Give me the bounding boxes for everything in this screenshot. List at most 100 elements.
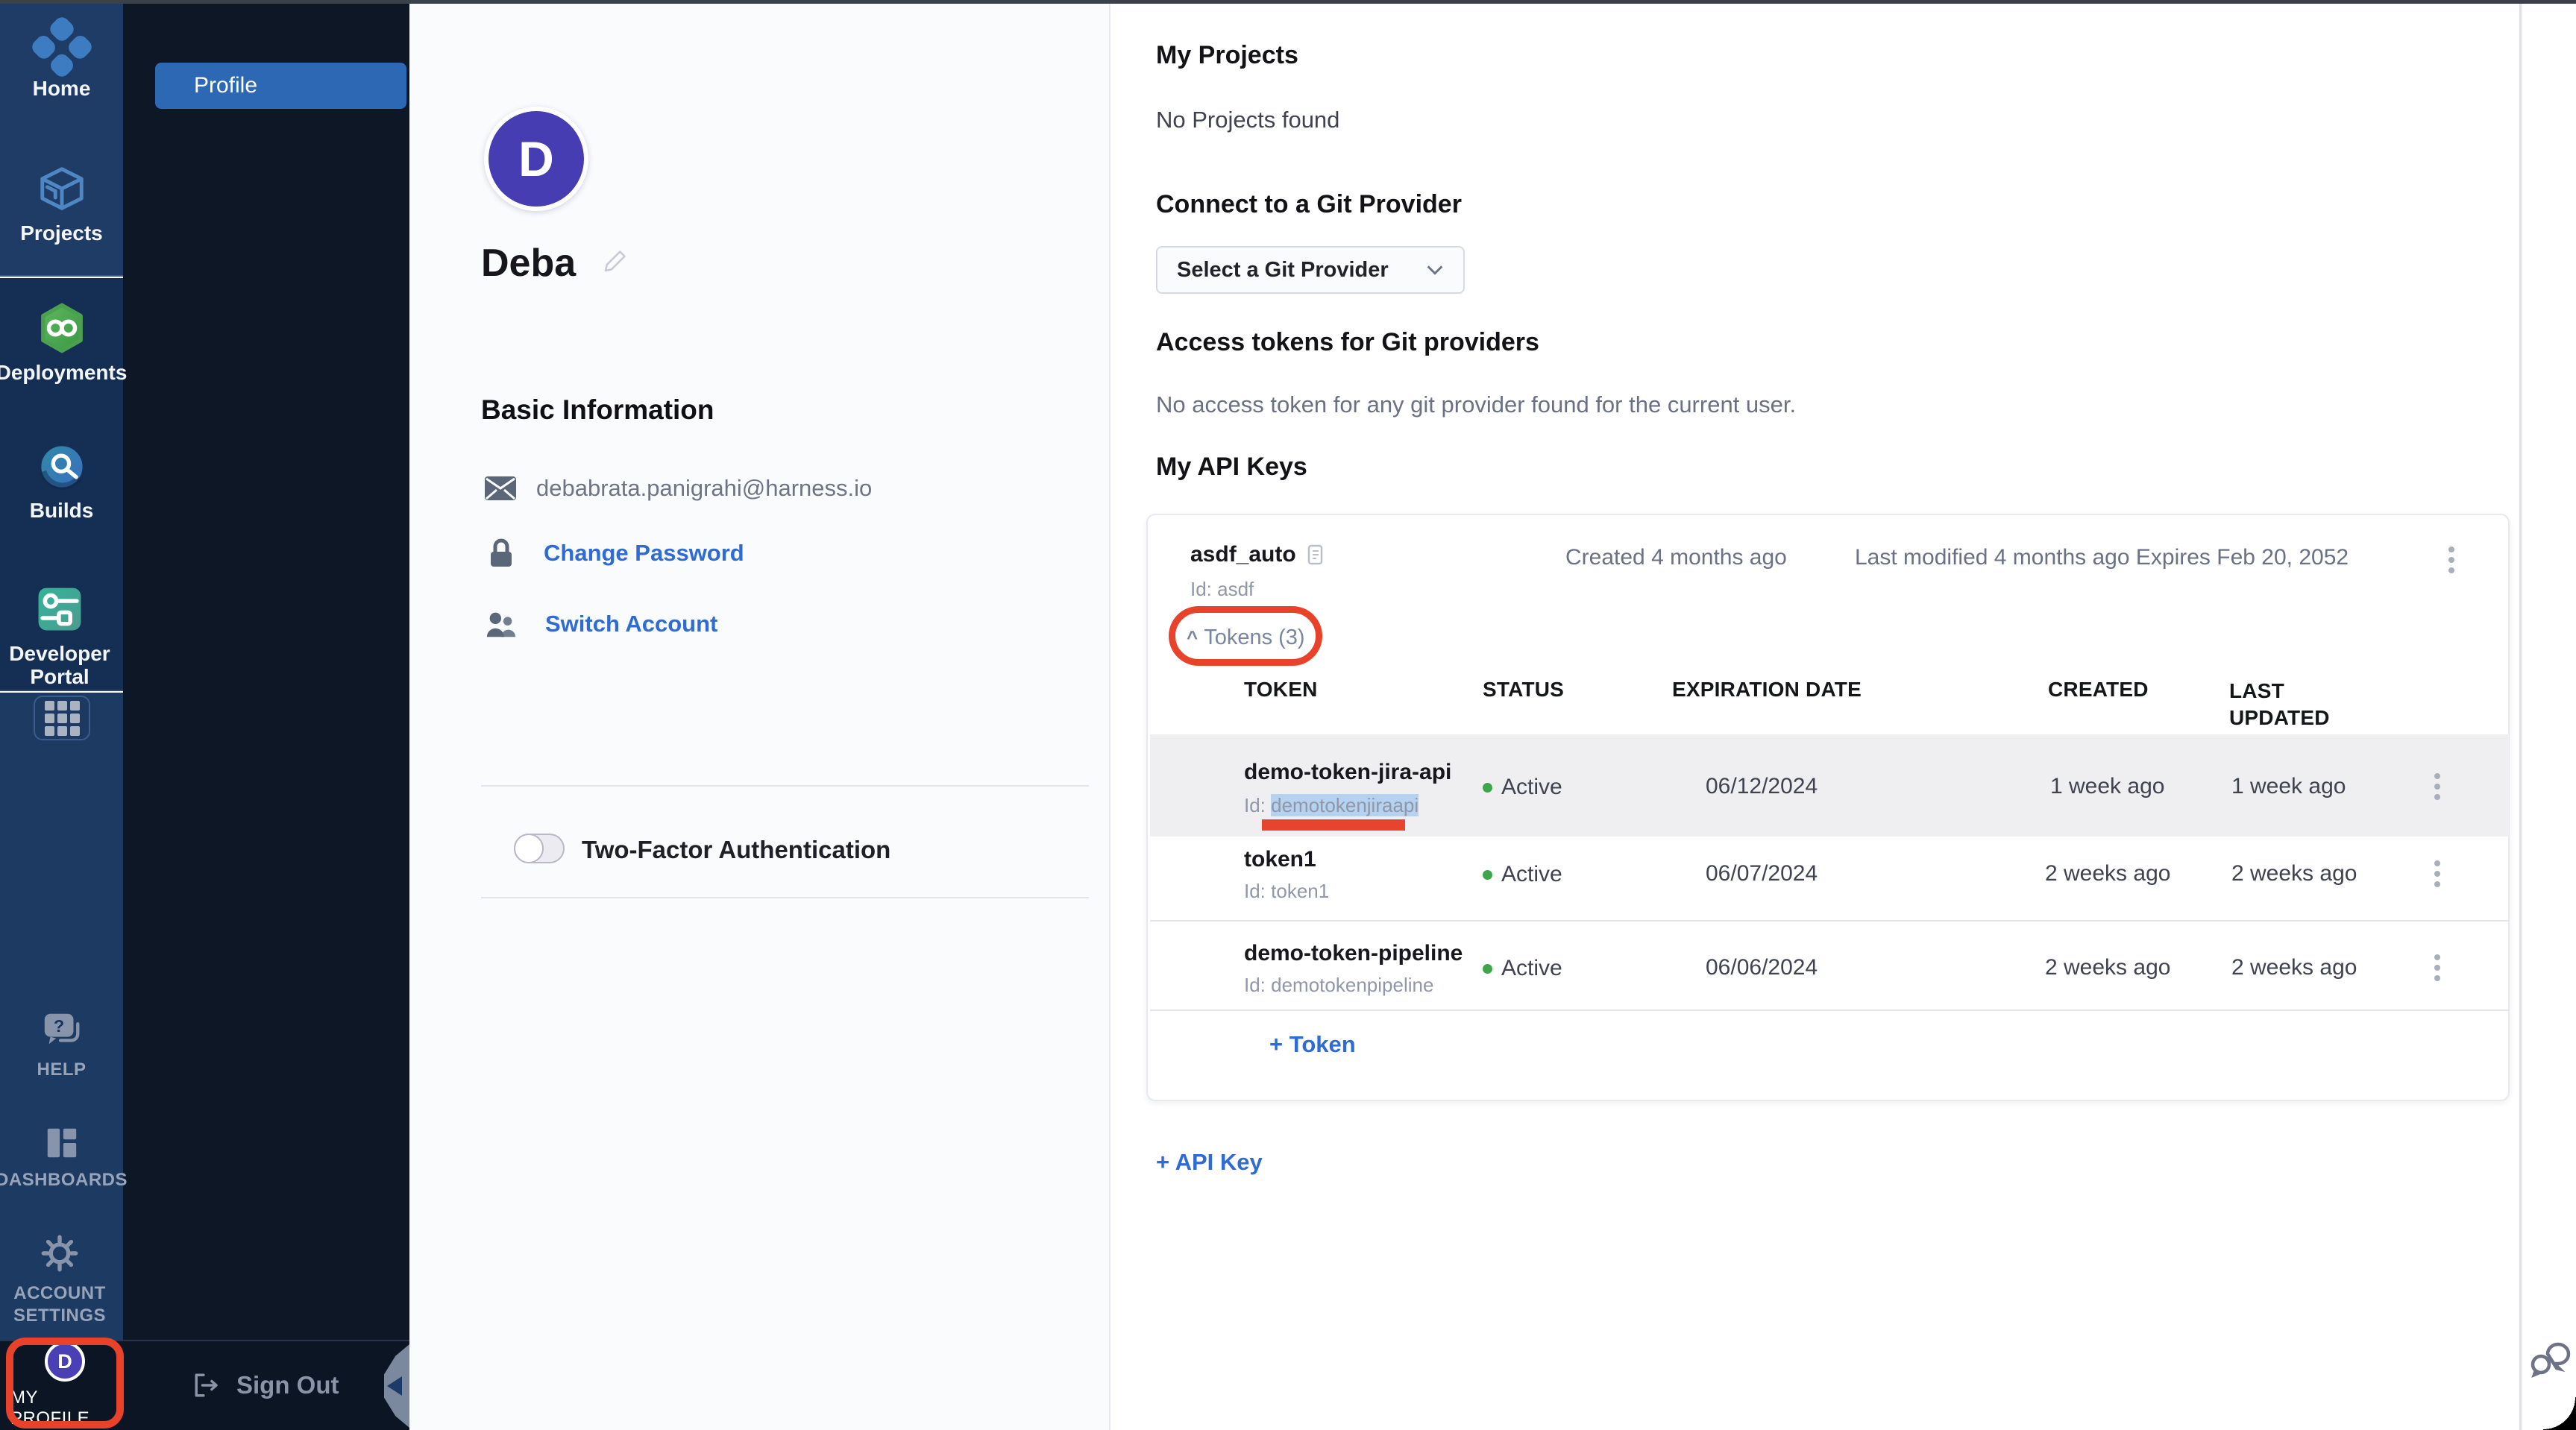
tokens-toggle-label: Tokens (3) (1204, 626, 1304, 650)
user-email: debabrata.panigrahi@harness.io (536, 475, 872, 502)
copy-icon[interactable] (1307, 544, 1325, 566)
caret-up-icon: ^ (1187, 626, 1198, 649)
api-key-created: Created 4 months ago (1565, 545, 1787, 570)
email-row: debabrata.panigrahi@harness.io (484, 475, 872, 502)
screen-corner (2543, 1397, 2576, 1430)
api-key-card: asdf_auto Id: asdf Created 4 months ago … (1146, 514, 2510, 1101)
two-factor-label: Two-Factor Authentication (582, 836, 890, 864)
token-id: Id: demotokenjiraapi (1244, 794, 1419, 817)
column-header-expiration: EXPIRATION DATE (1672, 678, 1862, 702)
status-dot-icon (1483, 783, 1492, 793)
token-updated: 2 weeks ago (2231, 955, 2357, 980)
git-provider-title: Connect to a Git Provider (1156, 190, 1462, 219)
grid-icon (45, 701, 80, 736)
profile-panel: D Deba Basic Information debabrata.panig… (409, 4, 1110, 1430)
sidebar-item-profile-active[interactable]: Profile (155, 63, 406, 109)
token-name: demo-token-pipeline (1244, 941, 1463, 966)
add-token-button[interactable]: + Token (1269, 1031, 1356, 1058)
settings-sub-sidebar: Profile (123, 0, 409, 1340)
gear-icon (38, 1232, 81, 1275)
no-access-tokens-text: No access token for any git provider fou… (1156, 391, 1796, 418)
lock-icon (487, 538, 515, 569)
sidebar-item-dashboards[interactable]: DASHBOARDS (0, 1124, 123, 1191)
annotation-red-underline-token-id (1262, 819, 1405, 831)
sidebar-item-label: Builds (30, 500, 94, 523)
git-provider-select[interactable]: Select a Git Provider (1156, 246, 1465, 294)
sidebar-item-label: Home (33, 78, 91, 101)
main-content: My Projects No Projects found Connect to… (1110, 4, 2519, 1430)
builds-icon (37, 441, 87, 492)
chevron-left-icon (387, 1376, 402, 1396)
api-keys-title: My API Keys (1156, 453, 1307, 482)
chat-help-button[interactable] (2530, 1339, 2572, 1381)
dashboards-icon (42, 1124, 82, 1162)
sign-out-icon (190, 1369, 223, 1402)
sign-out-button[interactable]: Sign Out (190, 1341, 339, 1429)
sidebar-item-label: ACCOUNT SETTINGS (4, 1282, 116, 1327)
token-created: 1 week ago (2050, 774, 2164, 799)
window-top-edge (0, 0, 2576, 4)
change-password-link[interactable]: Change Password (544, 540, 744, 567)
sidebar-item-label: Projects (20, 222, 103, 245)
no-projects-text: No Projects found (1156, 107, 1339, 133)
developer-portal-icon (34, 583, 86, 635)
sidebar-item-projects[interactable]: Projects (0, 163, 123, 245)
token-name: demo-token-jira-api (1244, 760, 1451, 785)
sidebar-item-home[interactable]: Home (0, 24, 123, 101)
question-glyph: ? (54, 1016, 64, 1036)
status-dot-icon (1483, 964, 1492, 974)
token-expiration: 06/07/2024 (1706, 861, 1818, 886)
switch-account-link[interactable]: Switch Account (545, 611, 717, 637)
deployments-infinity-icon (36, 302, 88, 354)
token-expiration: 06/12/2024 (1706, 774, 1818, 799)
projects-cube-icon (36, 163, 88, 215)
sidebar-item-label: DASHBOARDS (0, 1169, 128, 1191)
profile-tab-label: Profile (194, 73, 257, 98)
token-menu-button[interactable] (2434, 860, 2440, 887)
sidebar-item-label: Developer Portal (4, 643, 116, 689)
token-updated: 1 week ago (2231, 774, 2346, 799)
token-table-row: demo-token-pipeline Id: demotokenpipelin… (1150, 922, 2509, 1009)
sidebar-bottom-bar: D MY PROFILE Sign Out (0, 1340, 409, 1430)
sidebar-item-deployments[interactable]: Deployments (0, 302, 123, 385)
divider (481, 897, 1089, 898)
sidebar-item-help[interactable]: ? HELP (0, 1008, 123, 1081)
switch-account-row: Switch Account (484, 609, 717, 639)
token-table-header: TOKEN STATUS EXPIRATION DATE CREATED LAS… (1148, 669, 2508, 733)
status-dot-icon (1483, 870, 1492, 880)
sidebar-item-developer-portal[interactable]: Developer Portal (0, 583, 119, 689)
my-projects-title: My Projects (1156, 41, 1298, 70)
sidebar-item-builds[interactable]: Builds (0, 441, 123, 523)
column-header-status: STATUS (1483, 678, 1564, 702)
harness-home-icon (29, 14, 95, 80)
sign-out-label: Sign Out (236, 1371, 339, 1399)
main-sidebar: Home Projects Deployments (0, 0, 123, 1340)
harness-profile-page: Home Projects Deployments (0, 0, 2576, 1430)
api-key-name: asdf_auto (1190, 542, 1325, 567)
two-factor-toggle[interactable] (514, 834, 565, 863)
api-key-menu-button[interactable] (2448, 547, 2454, 573)
content-right-divider (2519, 4, 2522, 1430)
access-tokens-title: Access tokens for Git providers (1156, 328, 1539, 357)
token-id: Id: demotokenpipeline (1244, 974, 1433, 997)
change-password-row: Change Password (487, 538, 744, 569)
divider (481, 785, 1089, 787)
edit-pencil-icon[interactable] (600, 246, 630, 276)
sidebar-item-account-settings[interactable]: ACCOUNT SETTINGS (0, 1232, 119, 1327)
sidebar-item-label: HELP (37, 1059, 86, 1081)
token-menu-button[interactable] (2434, 954, 2440, 981)
token-status: Active (1483, 775, 1562, 800)
column-header-token: TOKEN (1244, 678, 1318, 702)
column-header-last-updated: LAST UPDATED (2229, 678, 2341, 732)
token-table-row: demo-token-jira-api Id: demotokenjiraapi… (1150, 734, 2509, 837)
column-header-created: CREATED (2048, 678, 2149, 702)
basic-information-title: Basic Information (481, 394, 714, 426)
token-menu-button[interactable] (2434, 773, 2440, 800)
add-api-key-button[interactable]: + API Key (1156, 1149, 1263, 1176)
tokens-collapse-toggle[interactable]: ^ Tokens (3) (1187, 626, 1305, 650)
avatar: D (45, 1341, 85, 1382)
my-profile-button[interactable]: D MY PROFILE (10, 1341, 119, 1429)
api-key-modified-expires: Last modified 4 months ago Expires Feb 2… (1855, 545, 2349, 570)
avatar: D (484, 107, 588, 211)
module-selector-button[interactable] (34, 696, 90, 740)
